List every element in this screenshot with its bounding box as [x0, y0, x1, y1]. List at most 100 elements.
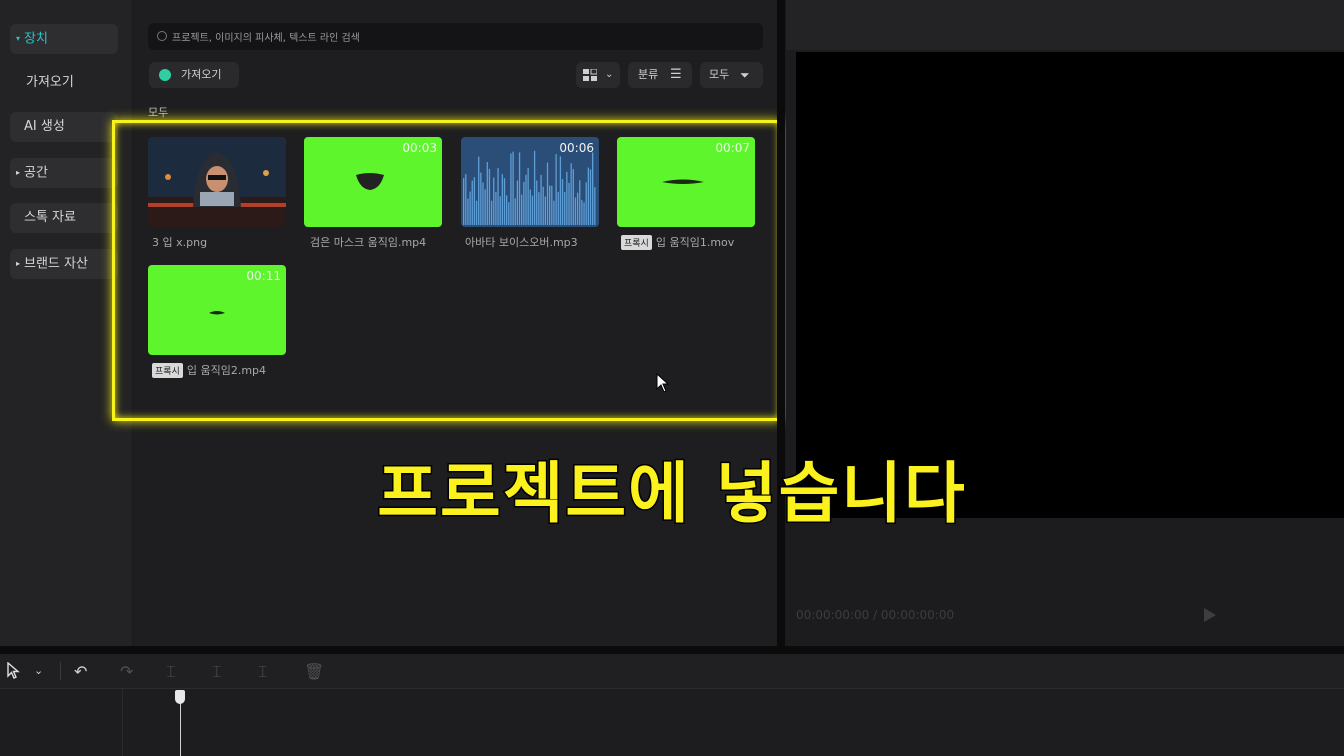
split-icon[interactable]: ⌶: [166, 662, 176, 682]
caret-down-icon: ▾: [16, 34, 21, 43]
select-tool-icon[interactable]: [7, 662, 21, 680]
import-icon: [159, 69, 171, 81]
media-name: 검은 마스크 움직임.mp4: [310, 236, 427, 249]
filter-button[interactable]: 모두 ⏷: [700, 62, 763, 88]
waveform-bar: [490, 200, 493, 225]
grid-view-icon: [583, 69, 597, 81]
waveform-bar: [497, 168, 499, 225]
media-caption: 프록시 입 움직임1.mov: [621, 234, 734, 250]
media-name: 입 움직임2.mp4: [186, 364, 267, 377]
delete-icon[interactable]: 🗑: [304, 662, 324, 681]
waveform-bar: [471, 180, 473, 225]
waveform-bar: [570, 163, 572, 225]
sidebar-item-stock[interactable]: 스톡 자료: [10, 203, 118, 233]
waveform-bar: [469, 191, 471, 225]
track-header-divider: [122, 689, 123, 756]
waveform-bar: [527, 168, 529, 225]
waveform-bar: [463, 178, 465, 225]
waveform-bar: [581, 200, 583, 225]
waveform-bar: [557, 191, 559, 225]
waveform-bar: [512, 151, 514, 225]
view-mode-button[interactable]: ⌄: [576, 62, 620, 88]
subtitle-caption: 프로젝트에 넣습니다: [376, 454, 967, 534]
waveform-bar: [568, 182, 570, 225]
waveform-bar: [508, 202, 510, 225]
black-mask-shape: [356, 173, 384, 190]
sidebar-item-import[interactable]: 가져오기: [10, 68, 118, 98]
waveform-bar: [516, 180, 519, 225]
media-thumbnail-audio[interactable]: 00:06: [461, 137, 599, 227]
mouse-cursor-icon: [656, 373, 670, 393]
waveform-bar: [467, 198, 469, 225]
import-button[interactable]: 가져오기: [149, 62, 239, 88]
waveform-bar: [592, 152, 594, 225]
sidebar: ▾ 장치 가져오기 AI 생성 ▸ 공간 스톡 자료 ▸ 브랜드 자산: [0, 0, 132, 646]
media-name: 입 움직임1.mov: [655, 236, 735, 249]
waveform-bar: [501, 174, 503, 225]
waveform-bar: [542, 186, 544, 225]
hooded-figure-image: [148, 137, 286, 227]
waveform-bar: [579, 180, 581, 225]
media-thumbnail-video[interactable]: 00:07: [617, 137, 755, 227]
waveform-bar: [549, 185, 551, 225]
media-thumbnail-video[interactable]: 00:11: [148, 265, 286, 355]
waveform-bar: [473, 177, 476, 225]
sidebar-item-brand-assets[interactable]: ▸ 브랜드 자산: [10, 249, 118, 279]
waveform-bar: [583, 202, 585, 225]
waveform-bar: [486, 162, 488, 225]
chevron-down-icon: ⌄: [605, 69, 614, 80]
sidebar-item-device[interactable]: ▾ 장치: [10, 24, 118, 54]
split-right-icon[interactable]: ⌶: [258, 662, 268, 682]
duration-label: 00:11: [246, 269, 281, 283]
sidebar-item-space[interactable]: ▸ 공간: [10, 158, 118, 188]
waveform-bar: [484, 189, 486, 225]
waveform-bar: [551, 185, 553, 225]
media-caption: 프록시 입 움직임2.mp4: [152, 362, 266, 378]
split-left-icon[interactable]: ⌶: [212, 662, 222, 682]
waveform-bar: [525, 174, 527, 225]
media-thumbnail-video[interactable]: 00:03: [304, 137, 442, 227]
waveform-bar: [574, 197, 577, 225]
waveform-bar: [523, 181, 525, 225]
waveform-bar: [544, 196, 546, 225]
timecode-display: 00:00:00:00 / 00:00:00:00: [796, 608, 955, 622]
timeline-divider[interactable]: [0, 646, 1344, 654]
waveform-bar: [546, 162, 549, 225]
waveform-bar: [531, 195, 534, 225]
search-input[interactable]: 프로젝트, 이미지의 피사체, 텍스트 라인 검색: [172, 29, 360, 44]
waveform-bar: [566, 171, 568, 225]
caret-right-icon: ▸: [16, 259, 21, 268]
filter-icon: ⏷: [740, 68, 750, 82]
search-icon: [157, 31, 167, 41]
chevron-down-icon[interactable]: ⌄: [34, 664, 43, 677]
waveform-bar: [488, 168, 491, 225]
waveform-bar: [538, 192, 540, 225]
waveform-bar: [499, 196, 501, 225]
sort-icon: ☰: [670, 67, 682, 82]
waveform-bar: [572, 169, 574, 225]
media-thumbnail-image[interactable]: [148, 137, 286, 227]
media-name: 아바타 보이스오버.mp3: [465, 236, 578, 249]
proxy-badge: 프록시: [152, 363, 183, 378]
waveform-bar: [510, 153, 512, 225]
mouth-shape: [662, 179, 704, 184]
panel-divider[interactable]: [777, 0, 785, 646]
search-bar[interactable]: 프로젝트, 이미지의 피사체, 텍스트 라인 검색: [148, 23, 763, 50]
caret-right-icon: ▸: [16, 168, 21, 177]
redo-icon[interactable]: ↷: [120, 662, 133, 681]
waveform-bar: [553, 200, 555, 225]
waveform-bar: [482, 182, 484, 225]
play-icon[interactable]: [1204, 608, 1216, 622]
sidebar-item-ai-generate[interactable]: AI 생성: [10, 112, 118, 142]
media-name: 3 입 x.png: [152, 236, 208, 249]
sort-button[interactable]: 분류 ☰: [628, 62, 692, 88]
waveform-bar: [480, 172, 482, 225]
waveform-bar: [475, 200, 478, 225]
timeline-toolbar: [0, 654, 1344, 689]
undo-icon[interactable]: ↶: [74, 662, 87, 681]
waveform-bar: [594, 187, 596, 225]
timeline-area[interactable]: [0, 689, 1344, 756]
section-label: 모두: [148, 106, 169, 119]
waveform-bar: [576, 192, 579, 225]
playhead-handle[interactable]: [175, 690, 185, 704]
